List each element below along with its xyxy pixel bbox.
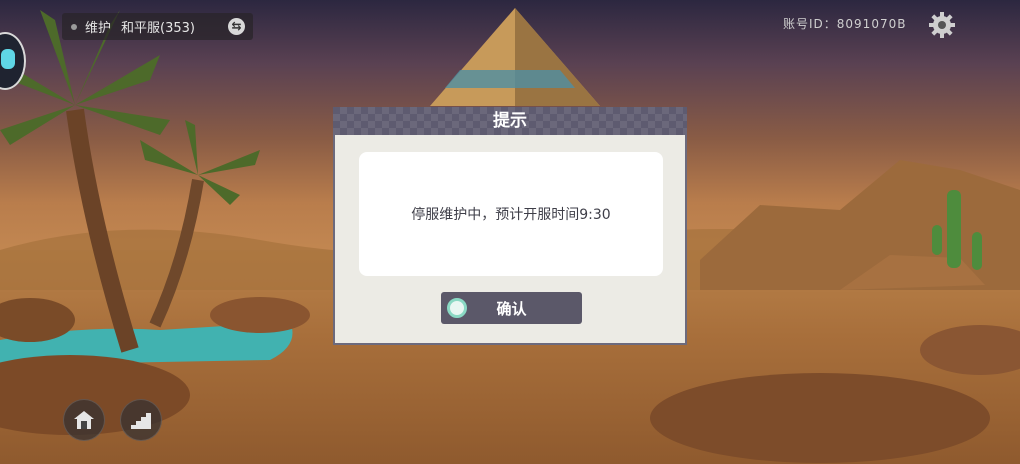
circle-icon [447,298,467,318]
server-selector[interactable]: 维护 和平服(353) ⇆ [62,13,253,40]
stairs-button[interactable] [120,399,162,441]
server-name: 和平服(353) [121,21,195,36]
confirm-label: 确认 [496,299,527,318]
stairs-icon [131,413,151,429]
dialog-message: 停服维护中，预计开服时间9:30 [411,207,611,223]
swap-server-icon[interactable]: ⇆ [228,18,245,35]
home-icon [74,411,94,429]
status-dot [71,23,77,30]
dialog-message-box: 停服维护中，预计开服时间9:30 [359,152,663,276]
confirm-button[interactable]: 确认 [441,292,582,324]
gear-icon[interactable] [928,11,956,39]
account-id: 账号ID：8091070B [783,17,907,31]
dialog-title: 提示 [333,107,687,135]
home-button[interactable] [63,399,105,441]
server-status: 维护 [85,21,112,36]
notice-dialog: 提示 停服维护中，预计开服时间9:30 确认 [333,107,687,345]
